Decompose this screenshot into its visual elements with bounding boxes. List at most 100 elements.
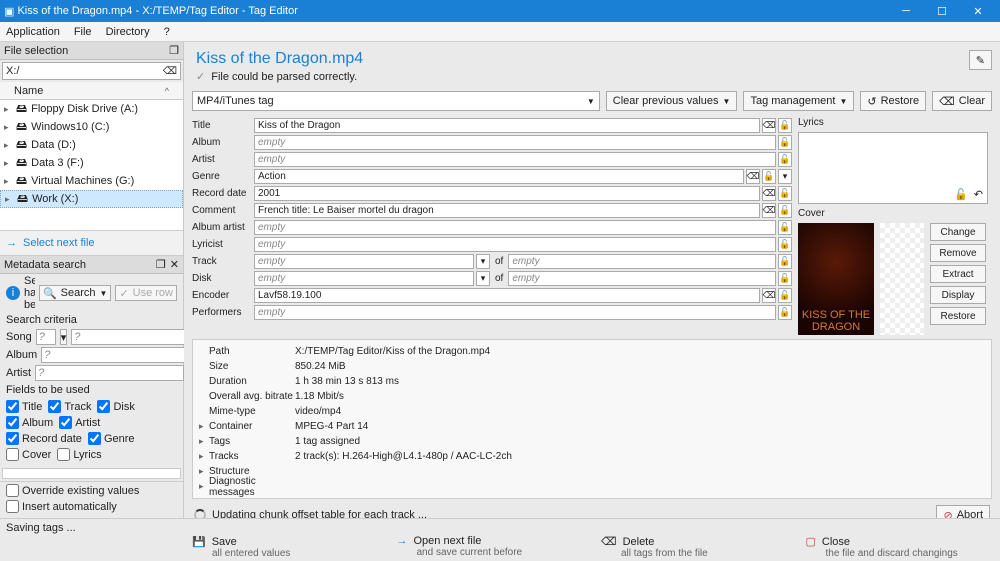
field-input[interactable]: 2001 [254, 186, 760, 201]
lock-icon[interactable]: 🔓 [778, 237, 792, 252]
cover-change-button[interactable]: Change [930, 223, 986, 241]
field-checkbox[interactable]: Record date [6, 432, 82, 445]
cover-restore-button[interactable]: Restore [930, 307, 986, 325]
expand-icon[interactable]: ▸ [5, 194, 13, 205]
undock-icon[interactable]: ❐ [169, 44, 179, 57]
clear-field-icon[interactable]: ⌫ [762, 186, 776, 201]
song-input[interactable] [36, 329, 56, 345]
expand-icon[interactable]: ▸ [199, 436, 209, 447]
field-input[interactable]: Lavf58.19.100 [254, 288, 760, 303]
undock-icon[interactable]: ❐ [156, 258, 166, 271]
expand-icon[interactable]: ▸ [4, 122, 12, 133]
cover-display-button[interactable]: Display [930, 286, 986, 304]
lock-icon[interactable]: 🔓 [778, 186, 792, 201]
lock-icon[interactable]: 🔓 [762, 169, 776, 184]
override-checkbox[interactable]: Override existing values [6, 484, 139, 497]
tree-row[interactable]: ▸🖴Work (X:) [0, 190, 183, 208]
restore-button[interactable]: ↺Restore [860, 91, 926, 111]
tag-type-select[interactable]: MP4/iTunes tag▼ [192, 91, 600, 111]
name-column-header[interactable]: Name ^ [0, 82, 183, 100]
field-checkbox[interactable]: Genre [88, 432, 135, 445]
clear-field-icon[interactable]: ⌫ [746, 169, 760, 184]
cover-extract-button[interactable]: Extract [930, 265, 986, 283]
expand-icon[interactable]: ▸ [4, 104, 12, 115]
tree-row[interactable]: ▸🖴Data (D:) [0, 136, 183, 154]
field-input-2[interactable]: empty [508, 271, 776, 286]
field-input[interactable]: empty [254, 305, 776, 320]
expand-icon[interactable]: ▸ [199, 451, 209, 462]
clear-field-icon[interactable]: ⌫ [762, 118, 776, 133]
info-row[interactable]: ▸Structure [199, 464, 985, 479]
lock-icon[interactable]: 🔓 [778, 254, 792, 269]
clear-button[interactable]: ⌫Clear [932, 91, 992, 111]
close-panel-icon[interactable]: ✕ [170, 258, 179, 271]
maximize-button[interactable]: ☐ [924, 0, 960, 22]
cover-image[interactable]: KISS OF THE DRAGON [798, 223, 874, 335]
info-row[interactable]: ▸ContainerMPEG-4 Part 14 [199, 419, 985, 434]
lock-icon[interactable]: 🔓 [778, 152, 792, 167]
expand-icon[interactable]: ▸ [199, 481, 209, 492]
tag-mgmt-button[interactable]: Tag management▼ [743, 91, 854, 111]
path-input[interactable]: X:/ ⌫ [2, 62, 181, 80]
field-input[interactable]: empty [254, 135, 776, 150]
menu-file[interactable]: File [74, 26, 92, 38]
album-input[interactable] [41, 347, 190, 363]
lock-icon[interactable]: 🔓 [778, 305, 792, 320]
info-row[interactable]: ▸Tags1 tag assigned [199, 434, 985, 449]
stepper[interactable]: ▾ [60, 329, 68, 345]
tree-row[interactable]: ▸🖴Windows10 (C:) [0, 118, 183, 136]
lock-icon[interactable]: 🔓 [778, 220, 792, 235]
expand-icon[interactable]: ▸ [4, 140, 12, 151]
stepper-icon[interactable]: ▾ [476, 271, 490, 286]
close-window-button[interactable]: ✕ [960, 0, 996, 22]
search-button[interactable]: 🔍 Search▼ [39, 285, 111, 301]
clear-prev-button[interactable]: Clear previous values▼ [606, 91, 738, 111]
clear-field-icon[interactable]: ⌫ [762, 203, 776, 218]
tree-row[interactable]: ▸🖴Data 3 (F:) [0, 154, 183, 172]
lock-icon[interactable]: 🔓 [778, 203, 792, 218]
menu-help[interactable]: ? [164, 26, 170, 38]
expand-icon[interactable]: ▸ [199, 421, 209, 432]
field-input[interactable]: empty [254, 237, 776, 252]
action-next[interactable]: →Open next fileand save current before [397, 535, 584, 559]
field-checkbox[interactable]: Artist [59, 416, 100, 429]
lock-icon[interactable]: 🔓 [778, 135, 792, 150]
clear-field-icon[interactable]: ⌫ [762, 288, 776, 303]
lock-icon[interactable]: 🔓 [954, 188, 968, 201]
insert-auto-checkbox[interactable]: Insert automatically [6, 500, 117, 513]
minimize-button[interactable]: ─ [888, 0, 924, 22]
backspace-icon[interactable]: ⌫ [163, 66, 177, 77]
field-input[interactable]: empty [254, 152, 776, 167]
drive-tree[interactable]: ▸🖴Floppy Disk Drive (A:)▸🖴Windows10 (C:)… [0, 100, 183, 230]
action-close[interactable]: ▢Closethe file and discard changings [806, 535, 993, 559]
expand-icon[interactable]: ▸ [4, 158, 12, 169]
field-checkbox[interactable]: Disk [97, 400, 134, 413]
tree-row[interactable]: ▸🖴Floppy Disk Drive (A:) [0, 100, 183, 118]
field-checkbox[interactable]: Cover [6, 448, 51, 461]
lock-icon[interactable]: 🔓 [778, 271, 792, 286]
tree-row[interactable]: ▸🖴Virtual Machines (G:) [0, 172, 183, 190]
info-row[interactable]: ▸Tracks2 track(s): H.264-High@L4.1-480p … [199, 449, 985, 464]
expand-icon[interactable]: ▸ [199, 466, 209, 477]
field-input[interactable]: empty [254, 271, 474, 286]
stepper-icon[interactable]: ▾ [476, 254, 490, 269]
artist-input[interactable] [35, 365, 184, 381]
action-save[interactable]: 💾Saveall entered values [192, 535, 379, 559]
field-input[interactable]: French title: Le Baiser mortel du dragon [254, 203, 760, 218]
field-checkbox[interactable]: Album [6, 416, 53, 429]
field-input[interactable]: empty [254, 220, 776, 235]
field-input-2[interactable]: empty [508, 254, 776, 269]
menu-application[interactable]: Application [6, 26, 60, 38]
dropdown-icon[interactable]: ▾ [778, 169, 792, 184]
cover-remove-button[interactable]: Remove [930, 244, 986, 262]
action-del[interactable]: ⌫Deleteall tags from the file [601, 535, 788, 559]
undo-icon[interactable]: ↶ [974, 188, 983, 201]
edit-button[interactable]: ✎ [969, 50, 992, 70]
lock-icon[interactable]: 🔓 [778, 118, 792, 133]
expand-icon[interactable]: ▸ [4, 176, 12, 187]
info-row[interactable]: ▸Diagnostic messages [199, 479, 985, 494]
select-next-file[interactable]: → Select next file [0, 230, 183, 256]
field-input[interactable]: empty [254, 254, 474, 269]
field-input[interactable]: Action [254, 169, 744, 184]
field-input[interactable]: Kiss of the Dragon [254, 118, 760, 133]
